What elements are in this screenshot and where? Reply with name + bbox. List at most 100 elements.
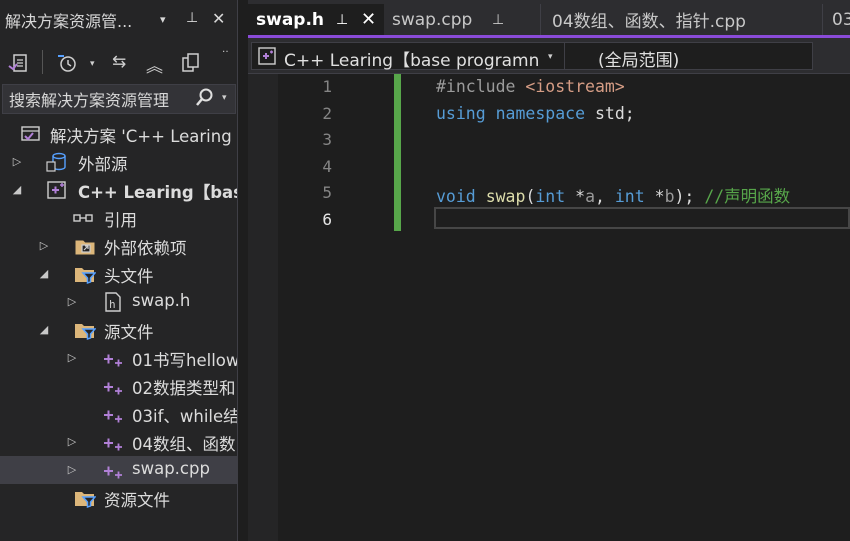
line-number: 5 — [322, 183, 332, 202]
tab-label: 03 — [832, 9, 850, 30]
tab-03[interactable]: 03 — [824, 4, 850, 35]
code-token: , — [595, 187, 615, 206]
code-line[interactable]: #include <iostream> — [436, 77, 625, 96]
editor-navigation-bar: C++ Learing【base programn ▾ (全局范围) — [248, 38, 850, 74]
panel-dropdown-icon[interactable]: ▾ — [160, 13, 166, 26]
expand-arrow-icon[interactable]: ▷ — [65, 295, 79, 308]
project-icon — [46, 179, 68, 201]
history-icon[interactable] — [56, 52, 78, 79]
tab-04-array-function-pointer-cpp[interactable]: 04数组、函数、指针.cpp — [544, 4, 822, 35]
tree-item[interactable]: 引用 — [0, 204, 237, 232]
tree-item[interactable]: 资源文件 — [0, 484, 237, 512]
project-dropdown[interactable]: C++ Learing【base programn ▾ (全局范围) — [251, 42, 813, 71]
tree-item[interactable]: 02数据类型和 — [0, 372, 237, 400]
code-token: swap — [485, 187, 526, 206]
tree-item[interactable]: ▷ 01书写hellow — [0, 344, 238, 372]
line-number: 6 — [322, 209, 332, 229]
solution-explorer-title-bar: 解决方案资源管... ▾ ⊥ ✕ — [0, 0, 237, 40]
tree-item[interactable]: 解决方案 'C++ Learing — [0, 120, 237, 148]
tree-item[interactable]: ▷ swap.cpp — [0, 456, 237, 484]
filter-folder-icon — [74, 487, 97, 509]
vs-switch-views-icon[interactable] — [8, 52, 32, 79]
code-token: a — [585, 187, 595, 206]
line-number: 3 — [322, 130, 332, 149]
line-number: 1 — [322, 77, 332, 96]
tree-item-label: 01书写hellow — [132, 351, 238, 370]
tree-item-label: 外部依赖项 — [104, 239, 187, 258]
project-icon — [258, 47, 276, 65]
search-options-dropdown-icon[interactable]: ▾ — [222, 93, 227, 103]
cpp-file-icon — [102, 347, 124, 369]
navbar-separator — [564, 43, 565, 69]
tab-label: 04数组、函数、指针.cpp — [552, 12, 746, 32]
tree-item[interactable]: ▷ h swap.h — [0, 288, 237, 316]
sync-icon[interactable]: ⇆ — [112, 52, 126, 72]
expand-arrow-icon[interactable]: ▷ — [65, 351, 79, 364]
toolbar-overflow-icon[interactable]: ‥ — [222, 44, 229, 55]
tab-swap-cpp[interactable]: swap.cpp ⊥ — [384, 4, 540, 35]
tree-item-label: 02数据类型和 — [132, 379, 236, 398]
code-editor[interactable]: 1 2 3 4 5 6 #include <iostream> using namespac… — [248, 74, 850, 541]
pin-icon[interactable]: ⊥ — [186, 10, 198, 26]
cpp-file-icon — [102, 375, 124, 397]
history-dropdown-icon[interactable]: ▾ — [90, 59, 95, 69]
tree-item[interactable]: ▷ 外部源 — [0, 148, 237, 176]
tab-pin-icon[interactable]: ⊥ — [336, 12, 348, 28]
tree-item-label: swap.h — [132, 291, 191, 310]
code-token: * — [565, 187, 586, 206]
current-line-highlight — [434, 207, 850, 229]
filter-folder-icon — [74, 263, 97, 285]
code-token: b — [664, 187, 675, 206]
tab-swap-h[interactable]: swap.h ⊥ ✕ — [248, 4, 384, 35]
expand-arrow-icon[interactable]: ▷ — [37, 239, 51, 252]
expand-arrow-icon[interactable]: ▷ — [65, 435, 79, 448]
code-line[interactable]: using namespace std; — [436, 104, 635, 123]
tab-pin-icon[interactable]: ⊥ — [492, 12, 504, 28]
collapse-arrow-icon[interactable]: ◢ — [37, 323, 51, 336]
references-icon — [72, 207, 94, 229]
tree-item[interactable]: ◢ C++ Learing【bas — [0, 176, 238, 204]
tab-separator — [822, 4, 823, 35]
tree-item-label: 源文件 — [104, 323, 154, 342]
solution-explorer-toolbar: ▾ ⇆ ︽ ‥ — [0, 40, 237, 84]
external-dependencies-icon — [74, 235, 96, 257]
tree-item[interactable]: ◢ 头文件 — [0, 260, 237, 288]
expand-arrow-icon[interactable]: ▷ — [65, 463, 79, 476]
expand-arrow-icon[interactable]: ▷ — [10, 155, 24, 168]
code-token: int — [535, 187, 566, 206]
header-file-icon: h — [102, 291, 124, 313]
external-sources-icon — [46, 151, 68, 173]
tree-item-label: C++ Learing【bas — [78, 183, 238, 202]
code-token: //声明函数 — [704, 187, 791, 206]
tab-separator — [540, 4, 541, 35]
chevron-down-icon[interactable]: ▾ — [548, 52, 553, 62]
code-token: ); — [674, 187, 705, 206]
code-token: * — [644, 187, 665, 206]
svg-text:h: h — [109, 298, 116, 311]
filter-folder-icon — [74, 319, 97, 341]
code-token: void — [436, 187, 476, 206]
collapse-arrow-icon[interactable]: ◢ — [37, 267, 51, 280]
toolbar-separator — [42, 50, 43, 74]
tab-close-icon[interactable]: ✕ — [361, 9, 376, 30]
tree-item[interactable]: ▷ 外部依赖项 — [0, 232, 237, 260]
code-token: <iostream> — [525, 77, 625, 96]
code-token: namespace — [495, 103, 586, 123]
code-line[interactable]: void swap(int *a, int *b); //声明函数 — [436, 183, 790, 207]
scope-dropdown[interactable]: (全局范围) — [598, 46, 679, 71]
tree-item-label: 03if、while结 — [132, 407, 238, 426]
tree-item[interactable]: ◢ 源文件 — [0, 316, 237, 344]
tab-label: swap.h — [256, 9, 325, 30]
close-icon[interactable]: ✕ — [212, 9, 225, 28]
show-all-files-icon[interactable] — [180, 52, 202, 79]
tree-item[interactable]: 03if、while结 — [0, 400, 238, 428]
solution-explorer-search-input[interactable]: 搜索解决方案资源管理 ▾ — [2, 84, 236, 114]
tree-item-label: 资源文件 — [104, 491, 170, 510]
code-token: ( — [525, 187, 536, 206]
solution-explorer-panel: 解决方案资源管... ▾ ⊥ ✕ ▾ ⇆ ︽ ‥ 搜索解决方案资源管理 ▾ 解决… — [0, 0, 238, 541]
tree-item[interactable]: ▷ 04数组、函数 — [0, 428, 237, 456]
collapse-all-icon[interactable]: ︽ — [146, 52, 163, 77]
tree-item-label: 外部源 — [78, 155, 128, 174]
search-icon[interactable] — [195, 88, 213, 113]
collapse-arrow-icon[interactable]: ◢ — [10, 183, 24, 196]
